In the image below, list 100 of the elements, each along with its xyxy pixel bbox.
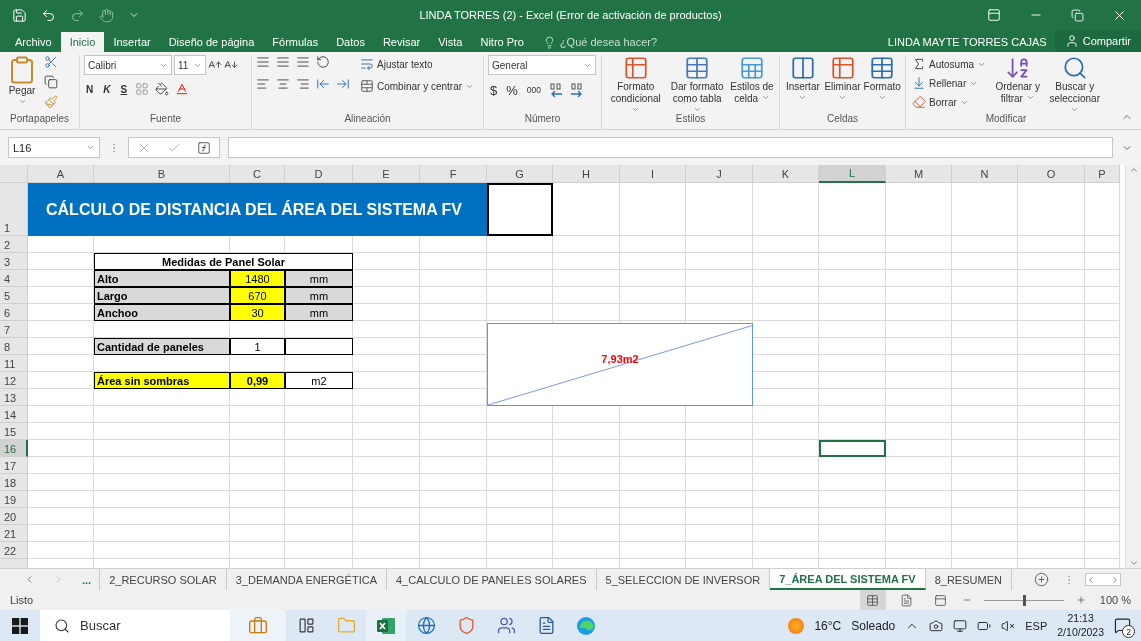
clock[interactable]: 21:13 2/10/2023 xyxy=(1057,611,1104,640)
grid-cell[interactable] xyxy=(1085,287,1120,304)
share-button[interactable]: Compartir xyxy=(1054,30,1141,52)
column-header[interactable]: G xyxy=(487,165,553,183)
folder-icon[interactable] xyxy=(336,616,356,635)
grid-cell[interactable] xyxy=(1018,355,1085,372)
grid-cell[interactable] xyxy=(1018,270,1085,287)
insert-function-icon[interactable] xyxy=(197,140,211,155)
grid-cell[interactable] xyxy=(487,304,553,321)
scroll-down-icon[interactable] xyxy=(1128,558,1139,568)
grid-cell[interactable] xyxy=(353,542,420,559)
grid-cell[interactable] xyxy=(886,287,952,304)
row-header[interactable]: 5 xyxy=(0,287,28,304)
column-header[interactable]: B xyxy=(94,165,230,183)
name-box[interactable]: L16 xyxy=(8,137,100,158)
grid-cell[interactable] xyxy=(620,525,686,542)
copy-icon[interactable] xyxy=(44,75,58,89)
grid-cell[interactable] xyxy=(1018,372,1085,389)
grid-cell[interactable] xyxy=(753,508,819,525)
grid-cell[interactable] xyxy=(1085,253,1120,270)
column-header[interactable]: N xyxy=(952,165,1018,183)
fill-down-icon[interactable] xyxy=(912,76,926,90)
caret-icon[interactable] xyxy=(760,93,770,102)
column-header[interactable]: A xyxy=(28,165,94,183)
grid-cell[interactable] xyxy=(819,287,886,304)
insert-cells-icon[interactable] xyxy=(789,55,816,81)
grid-cell[interactable] xyxy=(620,508,686,525)
grid-cell[interactable] xyxy=(285,525,353,542)
caret-icon[interactable] xyxy=(1025,93,1035,102)
touch-mode-icon[interactable] xyxy=(99,7,114,23)
grid-cell[interactable] xyxy=(620,457,686,474)
grid-cell[interactable] xyxy=(819,270,886,287)
row-header[interactable]: 17 xyxy=(0,457,28,474)
format-painter-icon[interactable] xyxy=(44,95,58,109)
grid-cell[interactable] xyxy=(1018,406,1085,423)
restore-icon[interactable] xyxy=(1071,8,1084,22)
grid-cell[interactable] xyxy=(420,491,487,508)
grid-cell[interactable] xyxy=(952,423,1018,440)
grid-cell[interactable] xyxy=(952,542,1018,559)
grid-cell[interactable] xyxy=(1018,389,1085,406)
save-icon[interactable] xyxy=(12,7,27,23)
language-indicator[interactable]: ESP xyxy=(1025,619,1048,632)
grid-cell[interactable] xyxy=(753,270,819,287)
sort-filter-button[interactable]: Ordenar y filtrar xyxy=(994,55,1042,105)
grid-cell[interactable] xyxy=(230,457,285,474)
grid-cell[interactable] xyxy=(1018,457,1085,474)
grid-cell[interactable] xyxy=(420,440,487,457)
ribbon-tab[interactable]: Fórmulas xyxy=(263,32,328,52)
select-all-corner[interactable] xyxy=(0,165,28,183)
row-header[interactable]: 16 xyxy=(0,440,28,457)
grid-cell[interactable] xyxy=(686,183,753,236)
row-header[interactable]: 6 xyxy=(0,304,28,321)
grid-cell[interactable] xyxy=(553,457,620,474)
grid-cell[interactable] xyxy=(620,491,686,508)
grid-cell[interactable] xyxy=(353,389,420,406)
grid-cell[interactable] xyxy=(553,491,620,508)
grid-cell[interactable] xyxy=(420,508,487,525)
number-format-dropdown[interactable]: General xyxy=(488,55,596,75)
font-color-icon[interactable] xyxy=(175,82,190,96)
grid-cell[interactable] xyxy=(94,406,230,423)
grid-cell[interactable] xyxy=(886,423,952,440)
grid-cell[interactable] xyxy=(819,474,886,491)
find-select-button[interactable]: Buscar y seleccionar xyxy=(1047,55,1102,117)
caret-icon[interactable] xyxy=(86,143,95,152)
grid-cell[interactable] xyxy=(353,457,420,474)
taskbar-search-field[interactable]: Buscar xyxy=(40,610,230,641)
grid-cell[interactable] xyxy=(620,270,686,287)
middle-align-icon[interactable] xyxy=(276,55,290,69)
selected-cell[interactable] xyxy=(819,440,886,457)
grid-cell[interactable] xyxy=(420,457,487,474)
grid-cell[interactable] xyxy=(1085,304,1120,321)
styles-button[interactable]: Formato condicional xyxy=(606,55,666,117)
grid-cell[interactable] xyxy=(819,338,886,355)
grid-cell[interactable] xyxy=(686,236,753,253)
grid-cell[interactable] xyxy=(1018,236,1085,253)
grid-cell[interactable] xyxy=(1018,474,1085,491)
decrease-indent-icon[interactable] xyxy=(316,77,330,91)
grid-cell[interactable] xyxy=(230,491,285,508)
grid-cell[interactable] xyxy=(285,491,353,508)
grid-cell[interactable] xyxy=(553,236,620,253)
grid-cell[interactable] xyxy=(753,236,819,253)
grid-cell[interactable] xyxy=(487,440,553,457)
grid-cell[interactable] xyxy=(952,270,1018,287)
grid-cell[interactable] xyxy=(230,423,285,440)
format-cells-icon[interactable] xyxy=(869,55,896,81)
grid-cell[interactable] xyxy=(620,236,686,253)
grid-cell[interactable] xyxy=(94,457,230,474)
grid-cell[interactable] xyxy=(553,423,620,440)
scroll-up-icon[interactable] xyxy=(1128,165,1139,175)
column-header[interactable]: M xyxy=(886,165,952,183)
grid-cell[interactable] xyxy=(1018,304,1085,321)
column-header[interactable]: D xyxy=(285,165,353,183)
align-right-icon[interactable] xyxy=(296,77,310,91)
currency-button[interactable]: $ xyxy=(488,81,500,99)
italic-button[interactable]: K xyxy=(101,80,113,98)
grid-cell[interactable] xyxy=(819,355,886,372)
conditional-format-icon[interactable] xyxy=(622,55,649,81)
grid-cell[interactable] xyxy=(686,287,753,304)
scroll-right-icon[interactable] xyxy=(1110,574,1120,585)
browser-swirl-icon[interactable] xyxy=(576,615,596,636)
